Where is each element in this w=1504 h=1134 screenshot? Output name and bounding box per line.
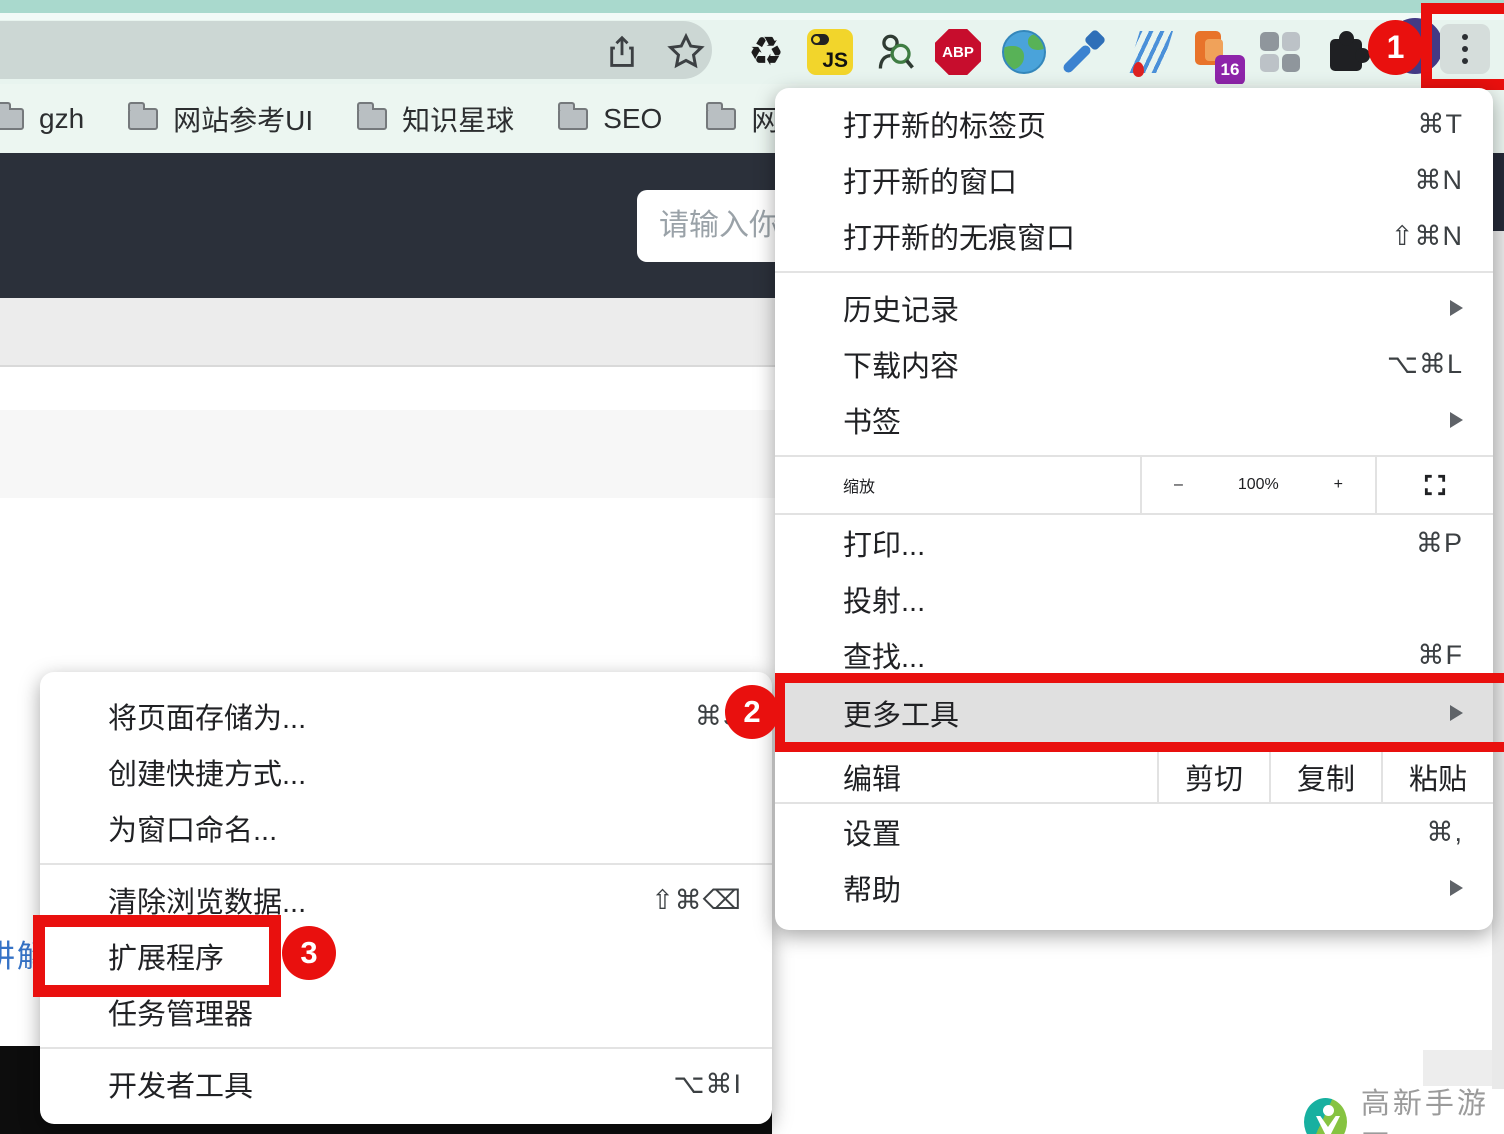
edit-label: 编辑 [775, 752, 1157, 802]
menu-item-edit: 编辑 剪切 复制 粘贴 [775, 750, 1493, 804]
menu-separator [775, 271, 1493, 273]
bookmark-label: gzh [39, 103, 84, 135]
annotation-step-3: 3 [282, 926, 336, 980]
folder-icon [357, 108, 387, 130]
menu-item-downloads[interactable]: 下载内容 ⌥⌘L [775, 336, 1493, 392]
chrome-main-menu: 打开新的标签页 ⌘T 打开新的窗口 ⌘N 打开新的无痕窗口 ⇧⌘N 历史记录 下… [775, 88, 1493, 930]
site-logo-icon [1304, 1098, 1347, 1134]
zoom-in-button[interactable]: + [1334, 476, 1343, 494]
menu-item-settings[interactable]: 设置 ⌘, [775, 804, 1493, 860]
fullscreen-button[interactable] [1375, 457, 1493, 513]
bookmark-folder-planet[interactable]: 知识星球 [357, 99, 514, 139]
site-watermark: 高新手游网 [1304, 1080, 1504, 1134]
menu-item-cast[interactable]: 投射... [775, 571, 1493, 627]
bookmark-folder-gzh[interactable]: gzh [0, 103, 84, 135]
menu-item-new-incognito[interactable]: 打开新的无痕窗口 ⇧⌘N [775, 208, 1493, 264]
more-tools-submenu: 将页面存储为... ⌘S 创建快捷方式... 为窗口命名... 清除浏览数据..… [40, 672, 772, 1124]
edit-paste-button[interactable]: 粘贴 [1381, 752, 1493, 802]
share-icon[interactable] [598, 28, 646, 76]
menu-item-task-manager[interactable]: 任务管理器 [40, 984, 772, 1040]
zoom-out-button[interactable]: – [1174, 476, 1183, 494]
js-extension-icon[interactable]: JS [806, 28, 854, 76]
bookmark-label: 网站参考UI [173, 99, 313, 139]
annotation-step-2: 2 [725, 685, 779, 739]
extensions-puzzle-icon[interactable] [1322, 28, 1370, 76]
edit-copy-button[interactable]: 复制 [1269, 752, 1381, 802]
adblock-plus-icon[interactable]: ABP [934, 28, 982, 76]
submenu-arrow-icon [1450, 412, 1463, 428]
menu-item-clear-data[interactable]: 清除浏览数据... ⇧⌘⌫ [40, 872, 772, 928]
zoom-label: 缩放 [775, 457, 1140, 513]
recycle-extension-icon[interactable]: ♻ [742, 28, 790, 76]
menu-item-help[interactable]: 帮助 [775, 860, 1493, 916]
menu-item-extensions[interactable]: 扩展程序 3 [40, 928, 772, 984]
annotation-box-menu-button [1421, 3, 1504, 90]
zoom-value: 100% [1238, 476, 1279, 494]
menu-item-bookmarks[interactable]: 书签 [775, 392, 1493, 448]
menu-item-print[interactable]: 打印... ⌘P [775, 515, 1493, 571]
menu-item-create-shortcut[interactable]: 创建快捷方式... [40, 744, 772, 800]
menu-separator [40, 1047, 772, 1049]
fullscreen-icon [1422, 472, 1448, 498]
watermark-text: 高新手游网 [1361, 1080, 1504, 1134]
folder-icon [0, 108, 24, 130]
menu-item-name-window[interactable]: 为窗口命名... [40, 800, 772, 856]
stripes-extension-icon[interactable] [1126, 28, 1174, 76]
screenshot-root: 讲解 高新手游网 ♻ JS [0, 0, 1504, 1134]
menu-item-history[interactable]: 历史记录 [775, 280, 1493, 336]
page-header-edge [1492, 153, 1504, 231]
grid-extension-icon[interactable] [1256, 28, 1304, 76]
menu-item-find[interactable]: 查找... ⌘F [775, 627, 1493, 683]
menu-item-save-page[interactable]: 将页面存储为... ⌘S [40, 688, 772, 744]
page-scrollbar-track[interactable] [1492, 231, 1504, 1089]
bookmark-label: 知识星球 [402, 99, 514, 139]
folder-icon [706, 108, 736, 130]
menu-item-dev-tools[interactable]: 开发者工具 ⌥⌘I [40, 1056, 772, 1112]
folder-icon [128, 108, 158, 130]
annotation-step-1: 1 [1368, 20, 1423, 75]
bookmark-label: SEO [603, 103, 662, 135]
menu-item-zoom: 缩放 – 100% + [775, 455, 1493, 515]
edit-cut-button[interactable]: 剪切 [1157, 752, 1269, 802]
screenshot-extension-icon[interactable]: 16 [1190, 28, 1238, 76]
tab-strip [0, 0, 1504, 13]
menu-separator [40, 863, 772, 865]
tab-strip-edge [0, 13, 1504, 20]
seo-person-search-icon[interactable] [872, 28, 920, 76]
extension-count-badge: 16 [1215, 55, 1245, 85]
submenu-arrow-icon [1450, 880, 1463, 896]
menu-item-more-tools[interactable]: 更多工具 2 [775, 683, 1493, 742]
bookmark-star-icon[interactable] [662, 28, 710, 76]
menu-item-new-tab[interactable]: 打开新的标签页 ⌘T [775, 96, 1493, 152]
bookmark-folder-ui[interactable]: 网站参考UI [128, 99, 313, 139]
submenu-arrow-icon [1450, 300, 1463, 316]
menu-item-new-window[interactable]: 打开新的窗口 ⌘N [775, 152, 1493, 208]
submenu-arrow-icon [1450, 705, 1463, 721]
bookmark-folder-seo[interactable]: SEO [558, 103, 662, 135]
browser-toolbar: ♻ JS ABP 16 [0, 20, 1504, 84]
eyedropper-icon[interactable] [1062, 28, 1110, 76]
globe-extension-icon[interactable] [1000, 28, 1048, 76]
folder-icon [558, 108, 588, 130]
